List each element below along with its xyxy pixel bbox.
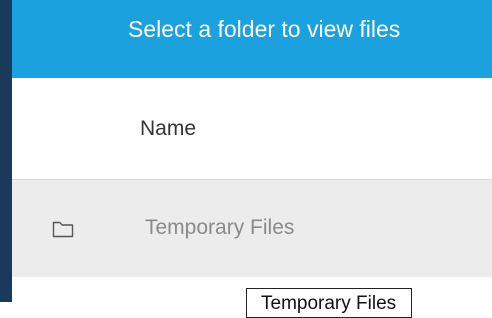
list-item-folder[interactable]: Temporary Files <box>12 180 492 277</box>
left-panel-edge <box>0 0 12 302</box>
column-header-row: Name <box>12 78 492 180</box>
folder-header: Select a folder to view files <box>12 0 492 78</box>
header-title: Select a folder to view files <box>128 16 401 42</box>
tooltip-text: Temporary Files <box>261 293 397 314</box>
column-header-name[interactable]: Name <box>140 115 196 143</box>
folder-icon <box>52 220 74 238</box>
folder-name: Temporary Files <box>145 216 295 239</box>
tooltip: Temporary Files <box>246 288 412 318</box>
